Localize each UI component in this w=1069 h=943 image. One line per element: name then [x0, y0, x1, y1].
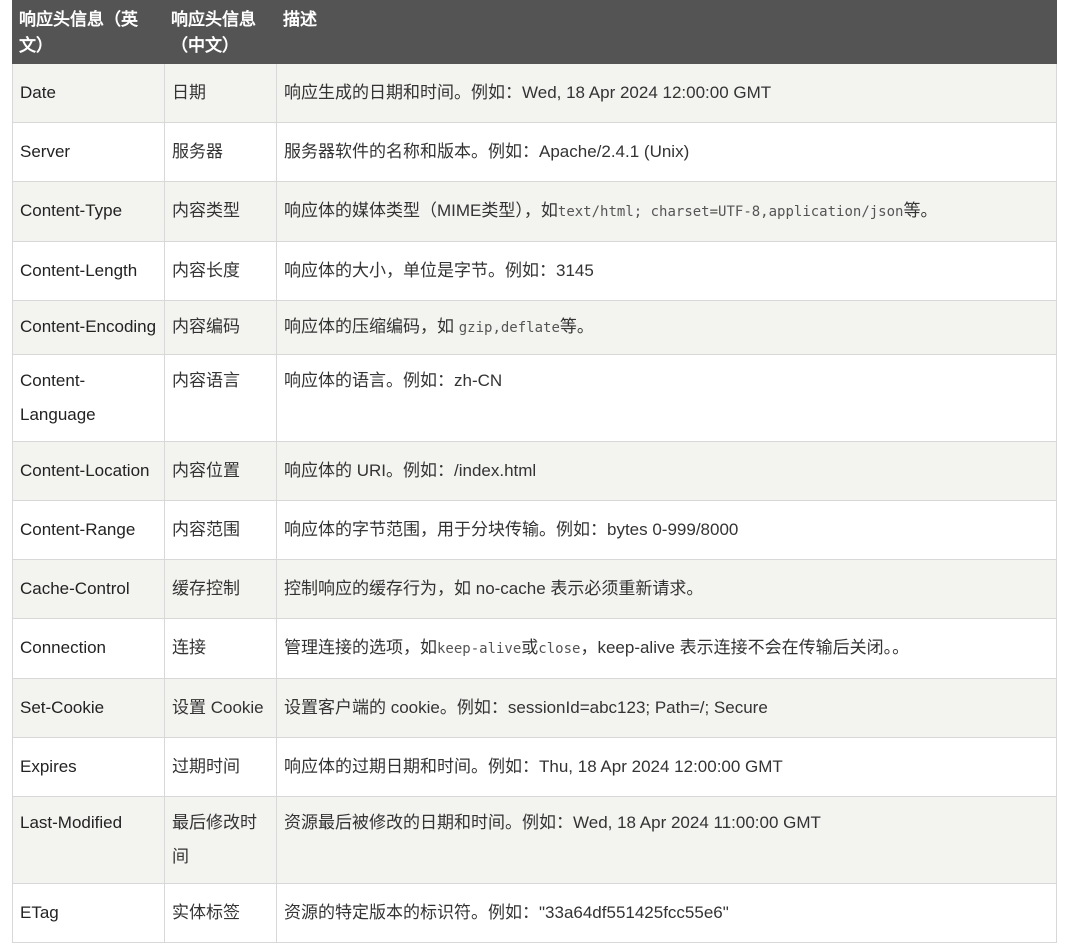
description-text: 管理连接的选项，如 — [284, 638, 437, 657]
table-row: Last-Modified 最后修改时间 资源最后被修改的日期和时间。例如：We… — [12, 796, 1057, 884]
header-description: 资源的特定版本的标识符。例如："33a64df551425fcc55e6" — [276, 883, 1057, 943]
column-header-description: 描述 — [276, 0, 1057, 64]
description-connector: ， — [580, 638, 598, 657]
header-name-zh: 设置 Cookie — [164, 678, 277, 738]
description-text: 响应体的 URI。例如： — [284, 461, 454, 480]
header-description: 响应体的媒体类型（MIME类型），如text/html; charset=UTF… — [276, 181, 1057, 242]
header-name-en: Expires — [12, 737, 165, 797]
table-row: Content-Location 内容位置 响应体的 URI。例如：/index… — [12, 441, 1057, 501]
response-headers-table: 响应头信息（英文） 响应头信息（中文） 描述 Date 日期 响应生成的日期和时… — [12, 0, 1057, 943]
table-row: Content-Language 内容语言 响应体的语言。例如：zh-CN — [12, 354, 1057, 442]
example-value: Apache/2.4.1 (Unix) — [539, 142, 690, 161]
header-name-zh: 内容位置 — [164, 441, 277, 501]
description-text: 资源的特定版本的标识符。例如： — [284, 903, 539, 922]
header-name-zh: 服务器 — [164, 122, 277, 182]
header-name-en: Content-Location — [12, 441, 165, 501]
header-name-en: Cache-Control — [12, 559, 165, 619]
table-row: Date 日期 响应生成的日期和时间。例如：Wed, 18 Apr 2024 1… — [12, 63, 1057, 123]
description-text: 响应生成的日期和时间。例如： — [284, 83, 522, 102]
table-row: Connection 连接 管理连接的选项，如keep-alive或close，… — [12, 618, 1057, 679]
header-name-zh: 内容类型 — [164, 181, 277, 242]
description-text: 响应体的媒体类型（MIME类型），如 — [284, 201, 558, 220]
description-suffix: 表示连接不会在传输后关闭。。 — [674, 638, 910, 657]
description-text: 响应体的大小，单位是字节。例如： — [284, 261, 556, 280]
description-text: 服务器软件的名称和版本。例如： — [284, 142, 539, 161]
example-value: Wed, 18 Apr 2024 12:00:00 GMT — [522, 83, 772, 102]
code-snippet: text/html; charset=UTF-8,application/jso… — [557, 204, 904, 220]
header-name-en: Content-Length — [12, 241, 165, 301]
example-value: Thu, 18 Apr 2024 12:00:00 GMT — [539, 757, 783, 776]
column-header-english: 响应头信息（英文） — [12, 0, 165, 64]
example-value: bytes 0-999/8000 — [607, 520, 739, 539]
header-name-zh: 内容长度 — [164, 241, 277, 301]
description-text: 资源最后被修改的日期和时间。例如： — [284, 813, 573, 832]
header-name-zh: 连接 — [164, 618, 277, 679]
header-name-zh: 缓存控制 — [164, 559, 277, 619]
header-name-zh: 实体标签 — [164, 883, 277, 943]
table-row: Server 服务器 服务器软件的名称和版本。例如：Apache/2.4.1 (… — [12, 122, 1057, 182]
example-value: /index.html — [454, 461, 537, 480]
code-snippet: keep-alive — [437, 641, 522, 657]
code-snippet: close — [538, 641, 581, 657]
description-text: 控制响应的缓存行为，如 — [284, 579, 476, 598]
description-suffix: 等。 — [903, 201, 938, 220]
header-description: 设置客户端的 cookie。例如：sessionId=abc123; Path=… — [276, 678, 1057, 738]
column-header-chinese: 响应头信息（中文） — [164, 0, 277, 64]
table-row: Cache-Control 缓存控制 控制响应的缓存行为，如 no-cache … — [12, 559, 1057, 619]
table-row: Set-Cookie 设置 Cookie 设置客户端的 cookie。例如：se… — [12, 678, 1057, 738]
table-row: Content-Type 内容类型 响应体的媒体类型（MIME类型），如text… — [12, 181, 1057, 242]
header-name-zh: 日期 — [164, 63, 277, 123]
header-name-en: Date — [12, 63, 165, 123]
header-description: 管理连接的选项，如keep-alive或close，keep-alive 表示连… — [276, 618, 1057, 679]
header-description: 响应体的字节范围，用于分块传输。例如：bytes 0-999/8000 — [276, 500, 1057, 560]
header-description: 服务器软件的名称和版本。例如：Apache/2.4.1 (Unix) — [276, 122, 1057, 182]
example-value: sessionId=abc123; Path=/; Secure — [507, 698, 768, 717]
description-suffix: 表示必须重新请求。 — [545, 579, 704, 598]
table-header-row: 响应头信息（英文） 响应头信息（中文） 描述 — [12, 0, 1057, 64]
header-name-zh: 最后修改时间 — [164, 796, 277, 884]
description-text: 响应体的过期日期和时间。例如： — [284, 757, 539, 776]
example-value: no-cache — [475, 579, 546, 598]
header-name-zh: 内容编码 — [164, 300, 277, 355]
header-name-zh: 过期时间 — [164, 737, 277, 797]
example-value: 3145 — [556, 261, 594, 280]
header-name-en: Content-Range — [12, 500, 165, 560]
header-description: 响应体的语言。例如：zh-CN — [276, 354, 1057, 442]
header-name-en: Content-Type — [12, 181, 165, 242]
header-name-en: Content-Encoding — [12, 300, 165, 355]
example-value: "33a64df551425fcc55e6" — [539, 903, 729, 922]
example-value: keep-alive — [597, 638, 675, 657]
table-row: Content-Range 内容范围 响应体的字节范围，用于分块传输。例如：by… — [12, 500, 1057, 560]
header-name-en: ETag — [12, 883, 165, 943]
header-description: 响应体的过期日期和时间。例如：Thu, 18 Apr 2024 12:00:00… — [276, 737, 1057, 797]
example-value: Wed, 18 Apr 2024 11:00:00 GMT — [573, 813, 821, 832]
header-description: 响应体的压缩编码，如 gzip,deflate等。 — [276, 300, 1057, 355]
header-name-en: Server — [12, 122, 165, 182]
description-text: 响应体的语言。例如： — [284, 371, 454, 390]
description-text: 响应体的压缩编码，如 — [284, 317, 459, 336]
description-connector: 或 — [521, 638, 539, 657]
header-name-zh: 内容范围 — [164, 500, 277, 560]
header-description: 资源最后被修改的日期和时间。例如：Wed, 18 Apr 2024 11:00:… — [276, 796, 1057, 884]
description-suffix: 等。 — [559, 317, 594, 336]
header-description: 控制响应的缓存行为，如 no-cache 表示必须重新请求。 — [276, 559, 1057, 619]
headers-table-container: 响应头信息（英文） 响应头信息（中文） 描述 Date 日期 响应生成的日期和时… — [12, 0, 1057, 943]
header-description: 响应生成的日期和时间。例如：Wed, 18 Apr 2024 12:00:00 … — [276, 63, 1057, 123]
code-snippet: gzip,deflate — [458, 320, 560, 336]
table-row: ETag 实体标签 资源的特定版本的标识符。例如："33a64df551425f… — [12, 883, 1057, 943]
header-name-en: Content-Language — [12, 354, 165, 442]
header-name-en: Connection — [12, 618, 165, 679]
table-row: Content-Length 内容长度 响应体的大小，单位是字节。例如：3145 — [12, 241, 1057, 301]
description-text: 设置客户端的 cookie。例如： — [284, 698, 508, 717]
header-description: 响应体的 URI。例如：/index.html — [276, 441, 1057, 501]
header-name-en: Set-Cookie — [12, 678, 165, 738]
description-text: 响应体的字节范围，用于分块传输。例如： — [284, 520, 607, 539]
table-row: Expires 过期时间 响应体的过期日期和时间。例如：Thu, 18 Apr … — [12, 737, 1057, 797]
header-description: 响应体的大小，单位是字节。例如：3145 — [276, 241, 1057, 301]
header-name-zh: 内容语言 — [164, 354, 277, 442]
header-name-en: Last-Modified — [12, 796, 165, 884]
example-value: zh-CN — [454, 371, 503, 390]
table-row: Content-Encoding 内容编码 响应体的压缩编码，如 gzip,de… — [12, 300, 1057, 355]
